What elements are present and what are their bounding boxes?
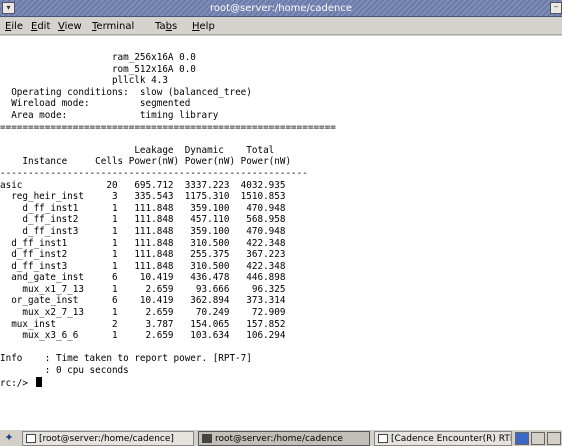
- terminal-line: or_gate_inst 6 10.419 362.894 373.314: [0, 295, 286, 307]
- taskbar: ✦ [root@server:/home/cadence] root@serve…: [0, 429, 562, 446]
- terminal-line: Leakage Dynamic Total: [0, 144, 275, 156]
- menu-view[interactable]: View: [58, 18, 82, 35]
- terminal-line: mux_x1_7_13 1 2.659 93.666 96.325: [0, 283, 286, 295]
- terminal-line: Wireload mode: segmented: [0, 98, 191, 110]
- terminal-line: mux_x2_7_13 1 2.659 70.249 72.909: [0, 307, 286, 319]
- terminal-line: d_ff_inst3 1 111.848 359.100 470.948: [0, 225, 286, 237]
- menu-terminal[interactable]: Terminal: [92, 18, 134, 35]
- menu-file[interactable]: Eile: [5, 18, 23, 35]
- terminal-line: ram_256x16A 0.0: [0, 52, 196, 63]
- window-icon: [378, 434, 388, 443]
- terminal-area[interactable]: ram_256x16A 0.0 rom_512x16A 0.0 pllclk 4…: [0, 36, 562, 429]
- terminal-line: reg_heir_inst 3 335.543 1175.310 1510.85…: [0, 191, 286, 203]
- workspace-pager-1[interactable]: [515, 432, 529, 445]
- terminal-line: d_ff_inst2 1 111.848 457.110 568.958: [0, 214, 286, 226]
- terminal-line: Area mode: timing library: [0, 109, 219, 121]
- task-label: [root@server:/home/cadence]: [39, 434, 174, 444]
- window-title: root@server:/home/cadence: [209, 3, 353, 14]
- task-label: root@server:/home/cadence: [215, 434, 343, 444]
- terminal-line: d_ff_inst3 1 111.848 310.500 422.348: [0, 260, 286, 272]
- terminal-line: asic 20 695.712 3337.223 4032.935: [0, 179, 286, 191]
- menu-bar: Eile Edit View Terminal Tabs Help: [0, 18, 562, 35]
- workspace-pager-2[interactable]: [531, 432, 545, 445]
- window-titlebar[interactable]: ▾ root@server:/home/cadence –: [0, 0, 562, 17]
- terminal-line: pllclk 4.3: [0, 75, 168, 87]
- terminal-line: d_ff_inst1 1 111.848 359.100 470.948: [0, 202, 286, 214]
- terminal-line: Operating conditions: slow (balanced_tre…: [0, 86, 252, 98]
- minimize-button[interactable]: –: [550, 2, 562, 14]
- menu-tabs[interactable]: Tabs: [155, 18, 177, 35]
- terminal-line: : 0 cpu seconds: [0, 365, 129, 377]
- workspace-pager-3[interactable]: [547, 432, 561, 445]
- text-cursor: [35, 376, 42, 387]
- menu-edit[interactable]: Edit: [31, 18, 50, 35]
- shell-prompt: rc:/>: [0, 377, 34, 389]
- terminal-line: and_gate_inst 6 10.419 436.478 446.898: [0, 272, 286, 284]
- menu-help[interactable]: Help: [192, 18, 215, 35]
- terminal-icon: [202, 434, 212, 443]
- terminal-line: d_ff_inst1 1 111.848 310.500 422.348: [0, 237, 286, 249]
- terminal-icon: [26, 434, 36, 443]
- taskbar-item-cadence[interactable]: [Cadence Encounter(R) RTL Co: [374, 431, 512, 446]
- terminal-line: ========================================…: [0, 121, 336, 133]
- terminal-line: rom_512x16A 0.0: [0, 63, 196, 75]
- terminal-line: Info : Time taken to report power. [RPT-…: [0, 353, 252, 365]
- terminal-line: d_ff_inst2 1 111.848 255.375 367.223: [0, 249, 286, 261]
- terminal-line: mux_x3_6_6 1 2.659 103.634 106.294: [0, 330, 286, 342]
- taskbar-item-terminal-2[interactable]: root@server:/home/cadence: [198, 431, 370, 446]
- prompt-line[interactable]: rc:/>: [0, 376, 562, 389]
- task-label: [Cadence Encounter(R) RTL Co: [391, 434, 511, 444]
- terminal-line: mux_inst 2 3.787 154.065 157.852: [0, 318, 286, 330]
- terminal-line: Instance Cells Power(nW) Power(nW) Power…: [0, 156, 292, 168]
- terminal-output: ram_256x16A 0.0 rom_512x16A 0.0 pllclk 4…: [0, 52, 562, 389]
- taskbar-item-terminal-1[interactable]: [root@server:/home/cadence]: [22, 431, 194, 446]
- show-desktop-icon[interactable]: ✦: [2, 431, 16, 445]
- terminal-line: ----------------------------------------…: [0, 167, 308, 179]
